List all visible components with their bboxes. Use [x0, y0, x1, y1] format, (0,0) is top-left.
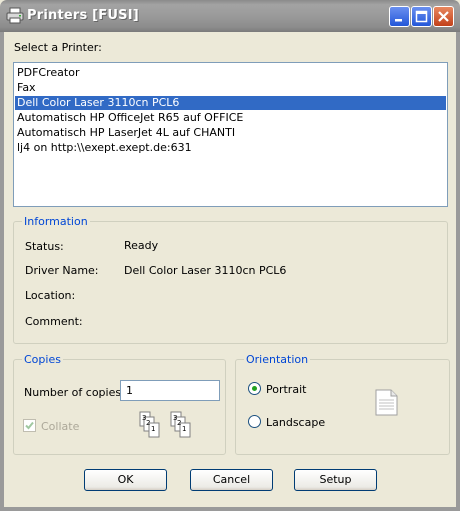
window-frame-bottom [0, 507, 460, 511]
location-label: Location: [25, 289, 76, 302]
close-icon [438, 11, 449, 22]
number-of-copies-label: Number of copies: [24, 386, 125, 399]
orientation-group [235, 359, 450, 455]
portrait-label: Portrait [266, 383, 307, 396]
collate-label: Collate [41, 420, 80, 433]
information-legend: Information [22, 215, 90, 228]
checkmark-icon [25, 421, 34, 430]
number-of-copies-input[interactable]: 1 [120, 380, 220, 401]
collate-pages-icon: 321 321 [139, 411, 191, 438]
printer-list-item[interactable]: Automatisch HP OfficeJet R65 auf OFFICE [15, 111, 446, 125]
driver-name-value: Dell Color Laser 3110cn PCL6 [124, 264, 287, 277]
svg-text:1: 1 [151, 425, 155, 433]
printer-list-item[interactable]: Fax [15, 81, 446, 95]
svg-text:1: 1 [182, 425, 186, 433]
copies-legend: Copies [22, 353, 63, 366]
maximize-button[interactable] [411, 6, 432, 27]
select-printer-label: Select a Printer: [14, 41, 102, 54]
svg-text:2: 2 [146, 419, 150, 427]
ok-button[interactable]: OK [84, 469, 167, 491]
minimize-icon [395, 19, 402, 22]
portrait-radio[interactable] [248, 382, 261, 395]
window-title: Printers [FUSI] [27, 8, 139, 23]
landscape-radio[interactable] [248, 415, 261, 428]
maximize-icon [415, 10, 428, 23]
status-label: Status: [25, 240, 64, 253]
printer-list-item-selected[interactable]: Dell Color Laser 3110cn PCL6 [15, 96, 446, 110]
printer-list-item[interactable]: Automatisch HP LaserJet 4L auf CHANTI [15, 126, 446, 140]
printer-list-item[interactable]: lj4 on http:\\exept.exept.de:631 [15, 141, 446, 155]
svg-text:2: 2 [177, 419, 181, 427]
comment-label: Comment: [25, 315, 83, 328]
window-frame-right [456, 32, 460, 511]
printer-list-item[interactable]: PDFCreator [15, 66, 446, 80]
window-frame-left [0, 32, 4, 511]
minimize-button[interactable] [389, 6, 410, 27]
portrait-page-icon [375, 389, 398, 416]
setup-button[interactable]: Setup [294, 469, 377, 491]
driver-name-label: Driver Name: [25, 264, 99, 277]
printer-listbox[interactable]: PDFCreator Fax Dell Color Laser 3110cn P… [13, 62, 448, 207]
close-button[interactable] [433, 6, 454, 27]
cancel-button[interactable]: Cancel [190, 469, 273, 491]
printers-dialog: Printers [FUSI] Select a Printer: PDFCre… [0, 0, 460, 511]
orientation-legend: Orientation [244, 353, 311, 366]
title-bar[interactable]: Printers [FUSI] [0, 0, 460, 32]
landscape-label: Landscape [266, 416, 326, 429]
printer-icon [6, 7, 24, 24]
status-value: Ready [124, 239, 159, 252]
collate-checkbox[interactable] [23, 419, 36, 432]
